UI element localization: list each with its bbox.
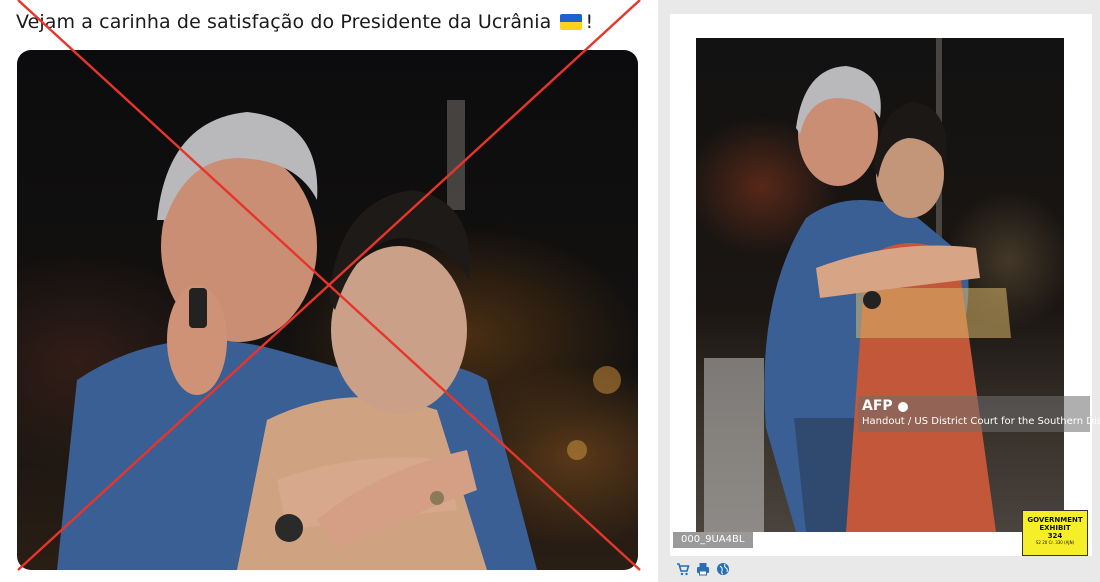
red-x-overlay bbox=[17, 0, 641, 571]
right-photo bbox=[696, 38, 1064, 532]
exhibit-sticker: GOVERNMENT EXHIBIT 324 S2 20 Cr. 330 (AJ… bbox=[1022, 510, 1088, 556]
print-icon[interactable] bbox=[696, 562, 710, 576]
right-panel bbox=[670, 0, 1100, 582]
left-panel: Vejam a carinha de satisfação do Preside… bbox=[0, 0, 658, 582]
exhibit-line1: GOVERNMENT bbox=[1027, 516, 1083, 524]
afp-logo: AFP bbox=[862, 398, 893, 414]
afp-logo-dot-icon bbox=[898, 402, 908, 412]
afp-caption-text: Handout / US District Court for the Sout… bbox=[862, 416, 1100, 427]
exhibit-line3: 324 bbox=[1047, 532, 1063, 540]
globe-icon[interactable] bbox=[716, 562, 730, 576]
afp-caption-box: AFP Handout / US District Court for the … bbox=[858, 396, 1100, 432]
panel-divider bbox=[658, 0, 670, 582]
right-card bbox=[670, 14, 1092, 556]
exhibit-line2: EXHIBIT bbox=[1039, 524, 1071, 532]
right-photo-scene bbox=[704, 38, 1011, 532]
cart-icon[interactable] bbox=[676, 562, 690, 576]
exhibit-small: S2 20 Cr. 330 (AJN) bbox=[1035, 540, 1075, 545]
image-id-label: 000_9UA4BL bbox=[673, 532, 753, 548]
